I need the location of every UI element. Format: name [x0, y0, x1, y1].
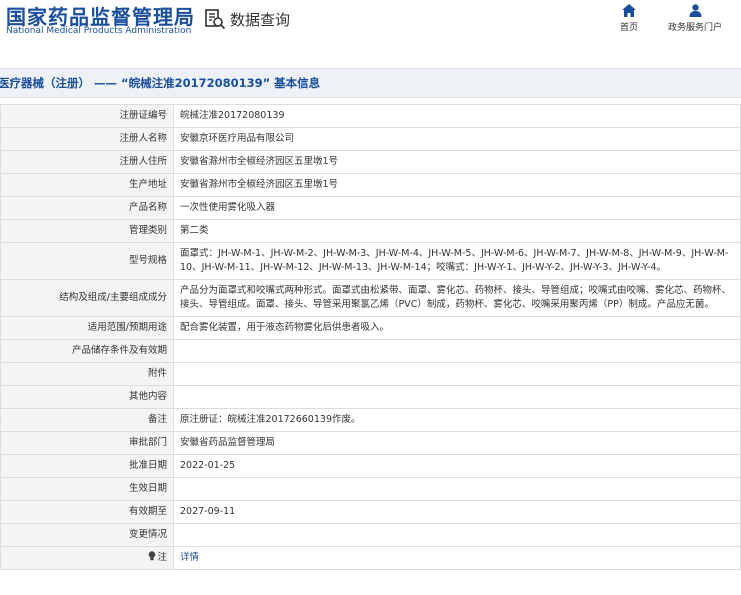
row-label: 生产地址	[0, 173, 174, 197]
table-row: 注册人住所 安徽省滁州市全椒经济园区五里墩1号	[0, 150, 741, 174]
row-value: 安徽省药品监督管理局	[173, 431, 741, 455]
row-value: 原注册证：皖械注准20172660139作废。	[173, 408, 741, 432]
row-value	[173, 523, 741, 547]
row-label: 注册人名称	[0, 127, 174, 151]
site-header: 国家药品监督管理局 National Medical Products Admi…	[0, 0, 741, 58]
nav-home-label: 首页	[619, 23, 638, 33]
nav-gov-portal-label: 政务服务门户	[667, 23, 722, 33]
nav-home[interactable]: 首页	[614, 4, 644, 33]
document-search-icon	[205, 9, 226, 30]
record-title-bar: 医疗器械（注册） —— “皖械注准20172080139” 基本信息	[0, 68, 741, 98]
row-label: 变更情况	[0, 523, 174, 547]
row-value: 2027-09-11	[173, 500, 741, 524]
table-row: 备注 原注册证：皖械注准20172660139作废。	[0, 408, 741, 432]
nav-gov-portal[interactable]: 政务服务门户	[665, 4, 725, 33]
table-row: 注册人名称 安徽京环医疗用品有限公司	[0, 127, 741, 151]
details-link[interactable]: 详情	[180, 552, 199, 563]
row-value: 安徽省滁州市全椒经济园区五里墩1号	[173, 173, 741, 197]
row-value	[173, 385, 741, 409]
row-label: 注册人住所	[0, 150, 174, 174]
table-row: 生效日期	[0, 477, 741, 501]
note-label-cell: 注	[0, 546, 174, 570]
table-row: 批准日期 2022-01-25	[0, 454, 741, 478]
row-value: 安徽京环医疗用品有限公司	[173, 127, 741, 151]
row-value: 2022-01-25	[173, 454, 741, 478]
page-title: 医疗器械（注册） —— “皖械注准20172080139” 基本信息	[0, 76, 321, 90]
row-value	[173, 477, 741, 501]
table-row: 其他内容	[0, 385, 741, 409]
row-label: 生效日期	[0, 477, 174, 501]
table-row: 适用范围/预期用途 配合雾化装置，用于液态药物雾化后供患者吸入。	[0, 316, 741, 340]
row-label: 批准日期	[0, 454, 174, 478]
home-icon	[622, 4, 636, 17]
table-row: 型号规格 面罩式：JH-W-M-1、JH-W-M-2、JH-W-M-3、JH-W…	[0, 242, 741, 280]
row-label: 管理类别	[0, 219, 174, 243]
row-label: 注册证编号	[0, 104, 174, 128]
row-value: 产品分为面罩式和咬嘴式两种形式。面罩式由松紧带、面罩、雾化芯、药物杯、接头、导管…	[173, 279, 741, 317]
row-label: 附件	[0, 362, 174, 386]
table-row: 附件	[0, 362, 741, 386]
table-row: 注 详情	[0, 546, 741, 570]
row-label: 其他内容	[0, 385, 174, 409]
row-value: 安徽省滁州市全椒经济园区五里墩1号	[173, 150, 741, 174]
row-label: 产品储存条件及有效期	[0, 339, 174, 363]
table-row: 有效期至 2027-09-11	[0, 500, 741, 524]
row-label: 结构及组成/主要组成成分	[0, 279, 174, 317]
lightbulb-icon	[149, 551, 156, 561]
row-value: 配合雾化装置，用于液态药物雾化后供患者吸入。	[173, 316, 741, 340]
row-label: 审批部门	[0, 431, 174, 455]
table-row: 产品名称 一次性使用雾化吸入器	[0, 196, 741, 220]
row-value	[173, 339, 741, 363]
user-icon	[689, 4, 701, 17]
row-value: 皖械注准20172080139	[173, 104, 741, 128]
table-row: 审批部门 安徽省药品监督管理局	[0, 431, 741, 455]
row-value: 一次性使用雾化吸入器	[173, 196, 741, 220]
site-logo-subtitle: National Medical Products Administration	[6, 26, 192, 36]
table-row: 产品储存条件及有效期	[0, 339, 741, 363]
row-label: 适用范围/预期用途	[0, 316, 174, 340]
registration-info-table: 注册证编号 皖械注准20172080139 注册人名称 安徽京环医疗用品有限公司…	[0, 104, 741, 570]
row-label: 产品名称	[0, 196, 174, 220]
row-label: 备注	[0, 408, 174, 432]
note-value-cell: 详情	[173, 546, 741, 570]
table-row: 变更情况	[0, 523, 741, 547]
table-row: 管理类别 第二类	[0, 219, 741, 243]
table-row: 生产地址 安徽省滁州市全椒经济园区五里墩1号	[0, 173, 741, 197]
row-value: 第二类	[173, 219, 741, 243]
row-label: 型号规格	[0, 242, 174, 280]
row-value: 面罩式：JH-W-M-1、JH-W-M-2、JH-W-M-3、JH-W-M-4、…	[173, 242, 741, 280]
row-label: 注	[157, 552, 167, 563]
table-row: 结构及组成/主要组成成分 产品分为面罩式和咬嘴式两种形式。面罩式由松紧带、面罩、…	[0, 279, 741, 317]
data-query-title: 数据查询	[230, 11, 291, 29]
row-value	[173, 362, 741, 386]
row-label: 有效期至	[0, 500, 174, 524]
table-row: 注册证编号 皖械注准20172080139	[0, 104, 741, 128]
